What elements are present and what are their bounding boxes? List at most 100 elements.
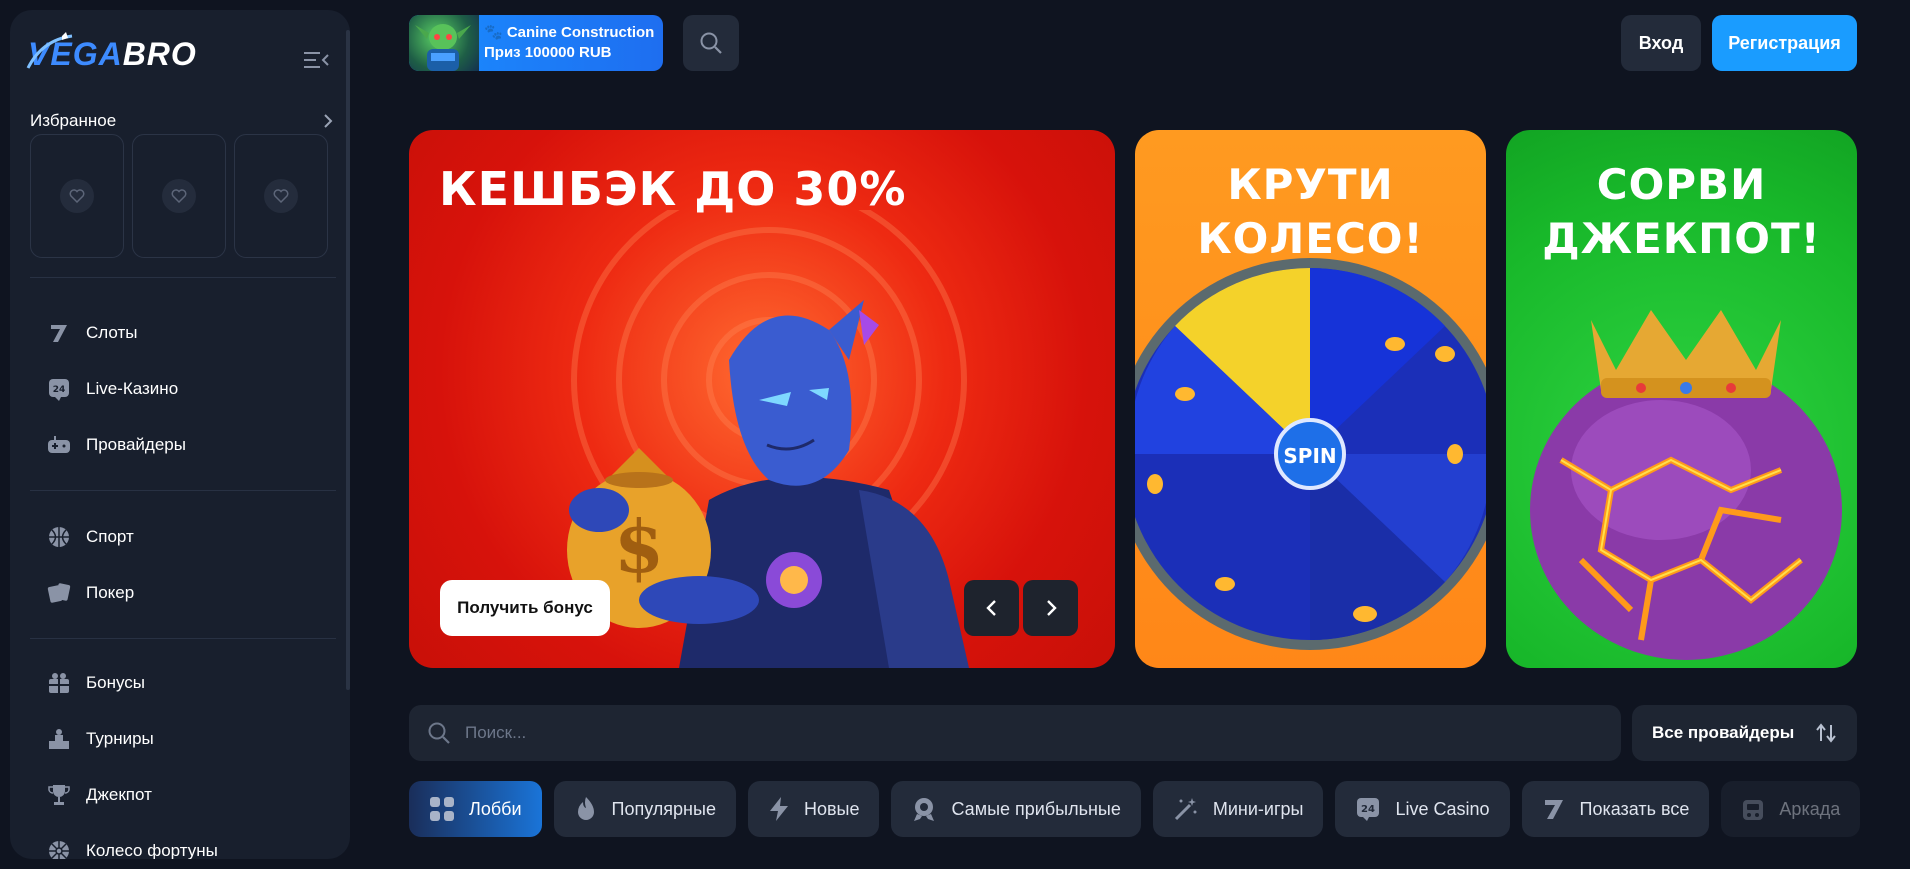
category-tabs: Лобби Популярные Новые Самые прибыльные … bbox=[409, 781, 1861, 837]
favorites-header[interactable]: Избранное bbox=[30, 106, 336, 136]
sidebar-item-label: Покер bbox=[86, 583, 135, 602]
heart-icon bbox=[60, 179, 94, 213]
favorite-slot[interactable] bbox=[132, 134, 226, 258]
heart-icon bbox=[264, 179, 298, 213]
sidebar-item-jackpot[interactable]: Джекпот bbox=[30, 767, 336, 823]
sidebar-item-label: Турниры bbox=[86, 729, 154, 748]
sidebar: VEGA BRO Избранное Слоты 24 Live-Казино … bbox=[10, 10, 350, 859]
basketball-icon bbox=[46, 524, 72, 550]
carousel-next-button[interactable] bbox=[1023, 580, 1078, 636]
sidebar-item-poker[interactable]: Покер bbox=[30, 565, 336, 621]
wheel-banner[interactable]: КРУТИ КОЛЕСО! SPIN bbox=[1135, 130, 1486, 668]
logo-text-bro: BRO bbox=[122, 36, 197, 72]
nav-group-sport: Спорт Покер bbox=[30, 509, 336, 621]
cashback-banner[interactable]: КЕШБЭК ДО 30% $ Получить бонус bbox=[409, 130, 1115, 668]
search-icon bbox=[700, 32, 722, 54]
wheel-title-line1: КРУТИ bbox=[1227, 160, 1394, 209]
gift-icon bbox=[46, 670, 72, 696]
lava-egg-crown-image bbox=[1530, 310, 1842, 660]
sidebar-item-providers[interactable]: Провайдеры bbox=[30, 417, 336, 473]
jackpot-title-line2: ДЖЕКПОТ! bbox=[1542, 214, 1821, 263]
tab-label: Популярные bbox=[611, 798, 716, 819]
search-input[interactable] bbox=[465, 723, 1565, 743]
sidebar-item-label: Джекпот bbox=[86, 785, 152, 804]
carousel-prev-button[interactable] bbox=[964, 580, 1019, 636]
tab-label: Аркада bbox=[1779, 798, 1841, 819]
sort-arrows-icon bbox=[1816, 723, 1836, 743]
trophy-icon bbox=[46, 782, 72, 808]
promo-title: 🐾 Canine Construction bbox=[484, 24, 655, 41]
sidebar-item-wheel[interactable]: Колесо фортуны bbox=[30, 823, 336, 859]
sidebar-item-sport[interactable]: Спорт bbox=[30, 509, 336, 565]
promo-text: 🐾 Canine Construction Приз 100000 RUB bbox=[484, 23, 654, 63]
lightning-icon bbox=[769, 797, 788, 821]
wheel-icon bbox=[46, 838, 72, 859]
all-providers-dropdown[interactable]: Все провайдеры bbox=[1632, 705, 1857, 761]
sidebar-item-tournaments[interactable]: Турниры bbox=[30, 711, 336, 767]
tab-label: Лобби bbox=[469, 798, 522, 819]
nav-group-promo: Бонусы Турниры Джекпот Колесо фортуны bbox=[30, 655, 336, 859]
live-24-icon: 24 bbox=[46, 376, 72, 402]
seven-icon bbox=[1544, 800, 1563, 819]
divider bbox=[30, 277, 336, 278]
logo-swoosh-icon bbox=[26, 32, 73, 69]
tab-label: Самые прибыльные bbox=[951, 798, 1121, 819]
sidebar-item-label: Бонусы bbox=[86, 673, 146, 692]
tab-popular[interactable]: Популярные bbox=[553, 781, 736, 837]
sidebar-item-label: Live-Казино bbox=[86, 379, 179, 398]
tab-label: Live Casino bbox=[1395, 798, 1490, 819]
promo-prize: Приз 100000 RUB bbox=[484, 44, 612, 61]
tab-lobby[interactable]: Лобби bbox=[409, 781, 542, 837]
tab-label: Новые bbox=[803, 798, 860, 819]
sidebar-scrollbar[interactable] bbox=[346, 30, 350, 690]
chevron-left-icon bbox=[985, 600, 996, 616]
spin-label: SPIN bbox=[1283, 444, 1336, 468]
tab-mini-games[interactable]: Мини-игры bbox=[1152, 781, 1324, 837]
divider bbox=[30, 490, 336, 491]
nav-group-casino: Слоты 24 Live-Казино Провайдеры bbox=[30, 305, 336, 473]
logo-row: VEGA BRO bbox=[26, 30, 338, 90]
wheel-title: КРУТИ КОЛЕСО! bbox=[1135, 158, 1486, 266]
sidebar-item-label: Спорт bbox=[86, 527, 134, 546]
sidebar-item-bonuses[interactable]: Бонусы bbox=[30, 655, 336, 711]
chevron-right-icon bbox=[1046, 600, 1057, 616]
tab-label: Показать все bbox=[1579, 798, 1690, 819]
tournament-promo[interactable]: 🐾 Canine Construction Приз 100000 RUB bbox=[409, 15, 663, 71]
chevron-right-icon[interactable] bbox=[320, 113, 336, 129]
favorite-slot[interactable] bbox=[30, 134, 124, 258]
games-search-field[interactable] bbox=[409, 705, 1621, 761]
tab-arcade[interactable]: Аркада bbox=[1721, 781, 1861, 837]
header-search-button[interactable] bbox=[683, 15, 739, 71]
collapse-sidebar-icon[interactable] bbox=[304, 50, 330, 70]
providers-label: Все провайдеры bbox=[1652, 723, 1795, 742]
get-bonus-button[interactable]: Получить бонус bbox=[440, 580, 610, 636]
svg-text:24: 24 bbox=[1362, 804, 1376, 815]
jackpot-title-line1: СОРВИ bbox=[1596, 160, 1767, 209]
grid-icon bbox=[430, 797, 454, 821]
register-button[interactable]: Регистрация bbox=[1712, 15, 1857, 71]
svg-text:24: 24 bbox=[53, 385, 66, 395]
tab-live-casino[interactable]: 24 Live Casino bbox=[1335, 781, 1510, 837]
cashback-title: КЕШБЭК ДО 30% bbox=[439, 162, 907, 216]
live-24-icon: 24 bbox=[1357, 798, 1380, 821]
logo[interactable]: VEGA BRO bbox=[26, 32, 197, 73]
sidebar-item-label: Слоты bbox=[86, 323, 138, 342]
login-button[interactable]: Вход bbox=[1621, 15, 1701, 71]
tab-show-all[interactable]: Показать все bbox=[1521, 781, 1710, 837]
promo-goblin-image bbox=[409, 15, 479, 71]
tab-label: Мини-игры bbox=[1212, 798, 1304, 819]
seven-icon bbox=[46, 320, 72, 346]
cards-icon bbox=[46, 580, 72, 606]
magic-wand-icon bbox=[1174, 798, 1197, 821]
jackpot-banner[interactable]: СОРВИ ДЖЕКПОТ! bbox=[1506, 130, 1857, 668]
fortune-wheel-image: SPIN bbox=[1135, 258, 1486, 650]
heart-icon bbox=[162, 179, 196, 213]
medal-icon bbox=[914, 798, 935, 821]
sidebar-item-slots[interactable]: Слоты bbox=[30, 305, 336, 361]
favorite-slot[interactable] bbox=[234, 134, 328, 258]
tab-new[interactable]: Новые bbox=[747, 781, 880, 837]
tab-most-profitable[interactable]: Самые прибыльные bbox=[891, 781, 1141, 837]
sidebar-item-live-casino[interactable]: 24 Live-Казино bbox=[30, 361, 336, 417]
search-icon bbox=[428, 722, 450, 744]
podium-icon bbox=[46, 726, 72, 752]
